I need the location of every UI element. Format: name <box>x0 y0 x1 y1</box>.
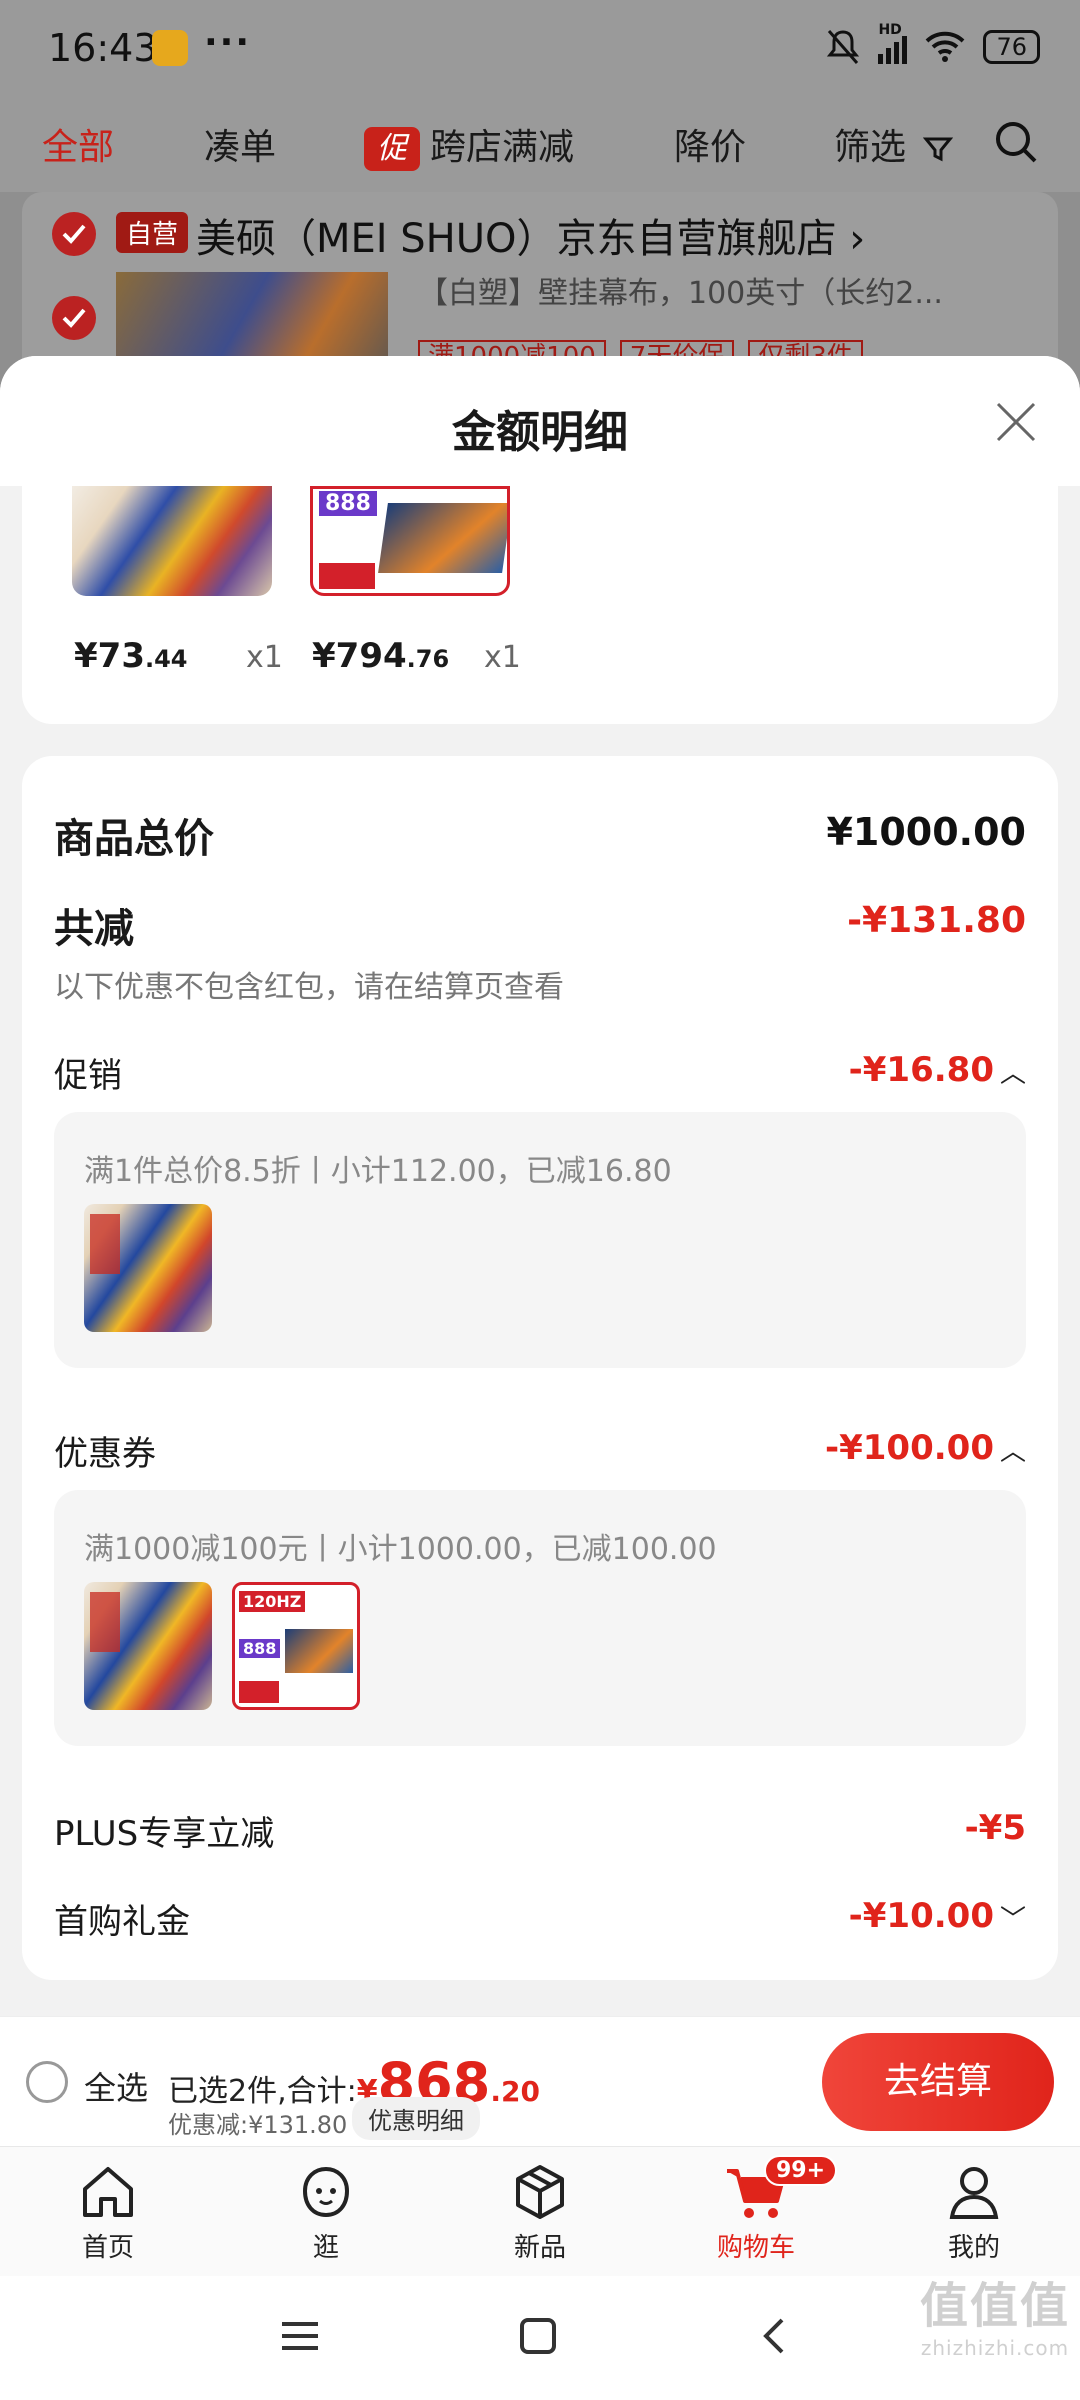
status-time: 16:43 <box>48 26 158 70</box>
tab-label: 购物车 <box>716 2233 795 2263</box>
select-all-radio[interactable] <box>26 2061 68 2103</box>
cart-count-badge: 99+ <box>764 2155 838 2186</box>
promo-desc: 满1件总价8.5折丨小计112.00，已减16.80 <box>84 1154 672 1189</box>
promo-toggle[interactable]: -¥16.80 ︿ <box>849 1050 1026 1090</box>
coupon-detail-box: 满1000减100元丨小计1000.00，已减100.00 120HZ 888 <box>54 1490 1026 1746</box>
first-buy-toggle[interactable]: -¥10.00 ﹀ <box>849 1896 1026 1936</box>
promo-item-thumbnail[interactable] <box>84 1204 212 1332</box>
item-price: ¥73.44 <box>74 636 188 676</box>
stroll-icon <box>302 2166 350 2218</box>
profile-icon <box>949 2167 999 2219</box>
self-run-badge: 自营 <box>116 212 189 253</box>
discount-detail-button[interactable]: 优惠明细 <box>352 2097 480 2140</box>
discount-summary: 优惠减:¥131.80 <box>168 2111 348 2139</box>
thumb-label: 888 <box>239 1639 281 1658</box>
promo-label: 促销 <box>54 1056 122 1096</box>
checkout-button[interactable]: 去结算 <box>822 2033 1054 2131</box>
coupon-desc: 满1000减100元丨小计1000.00，已减100.00 <box>84 1532 717 1567</box>
system-nav-bar <box>0 2276 1080 2400</box>
item-price: ¥794.76 <box>312 636 450 676</box>
new-products-icon <box>516 2165 564 2219</box>
tab-stroll[interactable]: 逛 <box>256 2161 396 2264</box>
item-thumbnail-monitor[interactable]: 888 <box>310 486 510 596</box>
notification-app-icon <box>152 30 188 66</box>
chevron-up-icon: ︿ <box>999 1437 1026 1467</box>
plus-discount-label: PLUS专享立减 <box>54 1814 275 1854</box>
background-item-desc[interactable]: 【白塑】壁挂幕布，100英寸（长约2... <box>418 268 943 312</box>
store-checkbox[interactable] <box>52 212 96 256</box>
items-card: 888 ¥73.44 x1 ¥794.76 x1 <box>22 486 1058 724</box>
sheet-header: 金额明细 <box>0 356 1080 486</box>
watermark: 值值值 zhizhizhi.com <box>919 2278 1070 2360</box>
signal-icon: HD <box>878 22 908 64</box>
battery-icon: 76 <box>983 30 1040 64</box>
promo-value: -¥16.80 <box>848 1050 994 1090</box>
coupon-label: 优惠券 <box>54 1434 156 1474</box>
item-thumbnail-screen[interactable] <box>72 486 272 596</box>
promo-detail-box: 满1件总价8.5折丨小计112.00，已减16.80 <box>54 1112 1026 1368</box>
menu-icon[interactable] <box>280 2316 320 2356</box>
item-qty: x1 <box>246 640 283 675</box>
filter-bundle-tab[interactable]: 凑单 <box>204 118 276 170</box>
amount-detail-sheet: 金额明细 888 ¥73.44 x1 ¥794.76 x1 商品总价 ¥1000… <box>0 356 1080 2016</box>
coupon-value: -¥100.00 <box>825 1428 994 1468</box>
chevron-down-icon: ﹀ <box>999 1905 1026 1935</box>
price-breakdown-card: 商品总价 ¥1000.00 共减 -¥131.80 以下优惠不包含红包，请在结算… <box>22 756 1058 1980</box>
subtotal-label: 商品总价 <box>54 816 214 862</box>
tab-label: 新品 <box>513 2233 566 2263</box>
bottom-tab-bar: 首页 逛 新品 99+ 购物车 我的 <box>0 2146 1080 2276</box>
filter-price-drop-tab[interactable]: 降价 <box>674 118 746 170</box>
promo-badge: 促 <box>364 127 420 171</box>
close-icon[interactable] <box>992 398 1040 446</box>
checkout-bar: 全选 已选2件,合计:¥868.20 优惠减:¥131.80 优惠明细 去结算 <box>0 2016 1080 2146</box>
subtotal-value: ¥1000.00 <box>826 810 1026 854</box>
total-discount-value: -¥131.80 <box>847 900 1026 941</box>
plus-discount-value: -¥5 <box>964 1808 1026 1848</box>
sheet-title: 金额明细 <box>452 407 628 458</box>
tab-home[interactable]: 首页 <box>38 2161 178 2264</box>
coupon-item-thumbnail[interactable]: 120HZ 888 <box>232 1582 360 1710</box>
tab-label: 首页 <box>81 2233 134 2263</box>
filter-bar: 全部 凑单 促跨店满减 降价 筛选 <box>0 96 1080 192</box>
mute-icon <box>827 30 860 64</box>
filter-label: 筛选 <box>834 127 907 168</box>
discount-note: 以下优惠不包含红包，请在结算页查看 <box>54 970 564 1005</box>
item-qty: x1 <box>484 640 521 675</box>
tab-new-products[interactable]: 新品 <box>470 2161 610 2264</box>
cross-store-label: 跨店满减 <box>430 127 575 168</box>
store-name-link[interactable]: 美硕（MEI SHUO）京东自营旗舰店 › <box>196 206 865 264</box>
home-icon <box>83 2167 133 2217</box>
select-all-label[interactable]: 全选 <box>84 2063 148 2109</box>
tab-label: 逛 <box>312 2233 339 2263</box>
item-checkbox[interactable] <box>52 296 96 340</box>
wifi-icon <box>926 31 965 62</box>
total-discount-label: 共减 <box>54 906 134 952</box>
filter-button[interactable]: 筛选 <box>834 118 954 170</box>
first-buy-value: -¥10.00 <box>848 1896 994 1936</box>
tab-label: 我的 <box>947 2233 1000 2263</box>
coupon-toggle[interactable]: -¥100.00 ︿ <box>825 1428 1026 1468</box>
filter-cross-store-tab[interactable]: 促跨店满减 <box>364 118 574 171</box>
first-buy-label: 首购礼金 <box>54 1902 190 1942</box>
thumb-label: 120HZ <box>239 1591 306 1612</box>
back-icon[interactable] <box>754 2316 794 2356</box>
search-icon[interactable] <box>994 120 1038 164</box>
tab-cart[interactable]: 99+ 购物车 <box>686 2155 838 2264</box>
home-nav-icon[interactable] <box>518 2316 558 2356</box>
more-notifications-icon: ··· <box>204 22 252 63</box>
monitor-thumb-label: 888 <box>319 491 377 516</box>
chevron-up-icon: ︿ <box>999 1059 1026 1089</box>
status-bar: 16:43 ··· HD 76 <box>0 0 1080 96</box>
tab-profile[interactable]: 我的 <box>904 2161 1044 2264</box>
funnel-icon <box>923 137 954 162</box>
filter-all-tab[interactable]: 全部 <box>42 118 114 170</box>
coupon-item-thumbnail[interactable] <box>84 1582 212 1710</box>
status-icons: HD 76 <box>826 22 1040 66</box>
